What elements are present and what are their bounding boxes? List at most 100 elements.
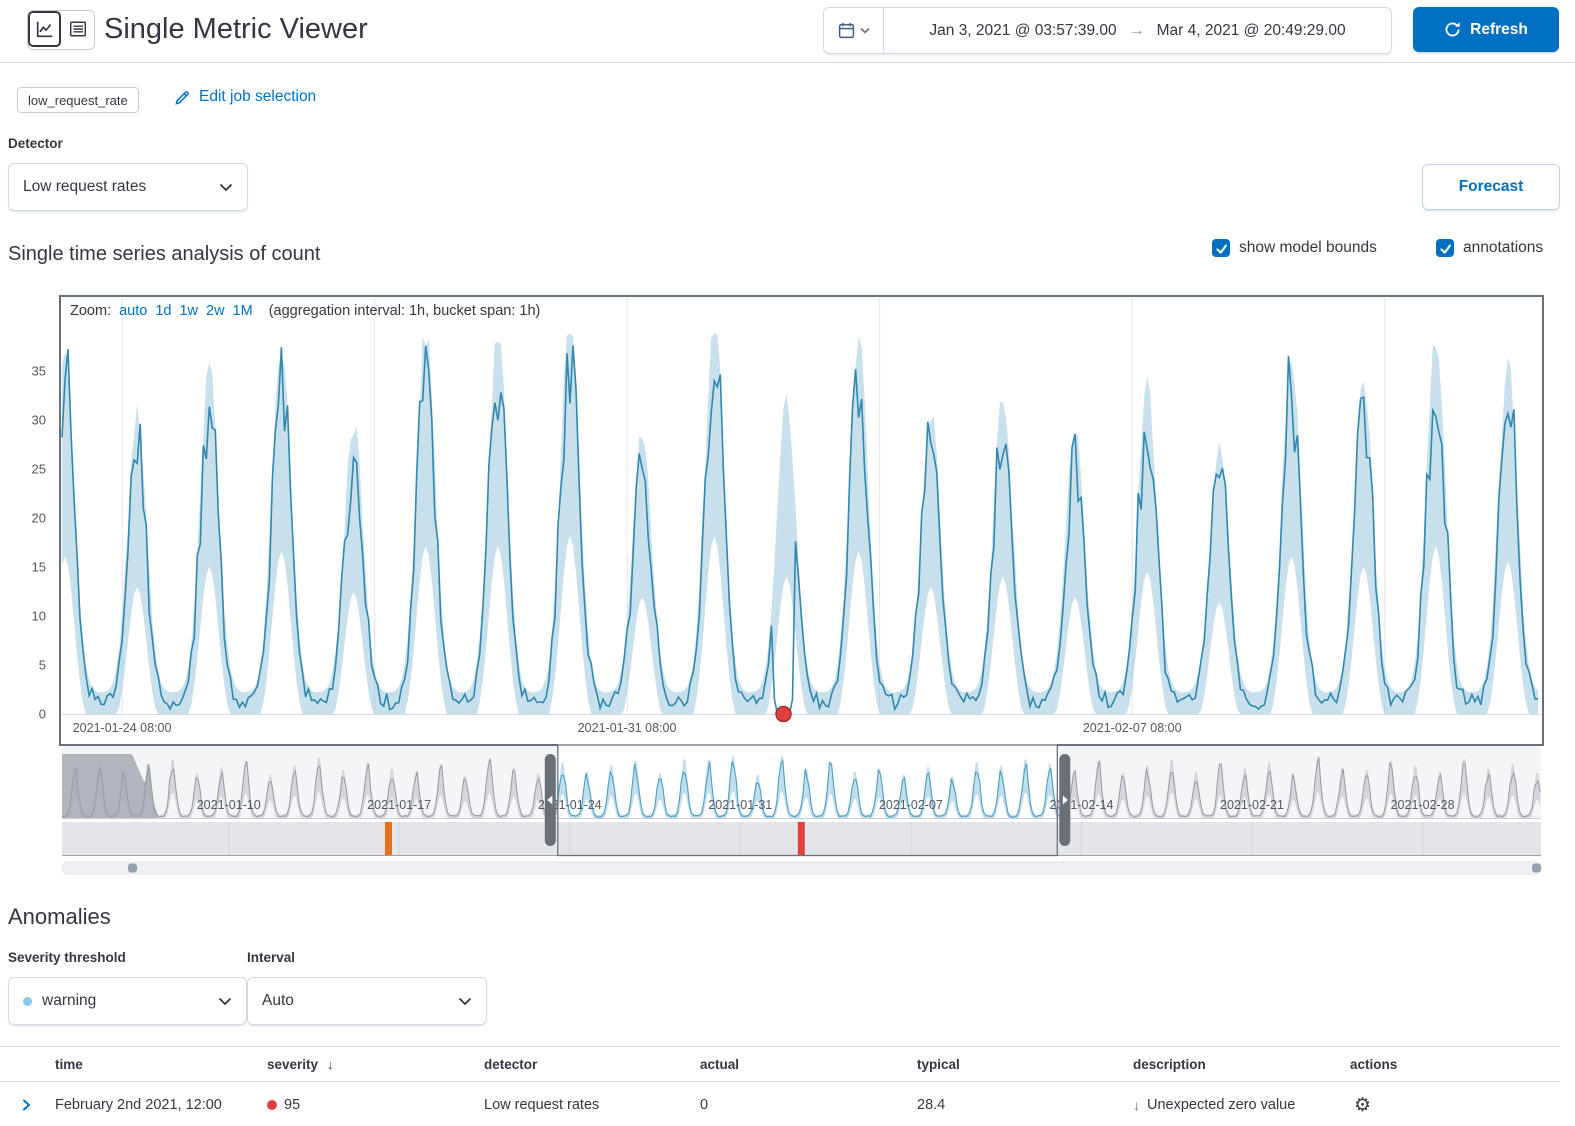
chevron-down-icon	[218, 997, 232, 1006]
range-scrollbar-track[interactable]	[62, 862, 1541, 874]
interval-value: Auto	[262, 992, 294, 1010]
svg-text:15: 15	[32, 560, 46, 575]
svg-text:2021-02-14: 2021-02-14	[1050, 798, 1114, 812]
show-model-bounds-label: show model bounds	[1239, 239, 1377, 257]
sort-desc-icon: ↓	[327, 1057, 334, 1072]
anomalies-list-view-button[interactable]	[61, 11, 94, 47]
lower-arrow-icon: ↓	[1133, 1097, 1140, 1113]
col-description[interactable]: description	[1133, 1057, 1350, 1072]
svg-text:30: 30	[32, 413, 46, 428]
anomaly-marker[interactable]	[776, 707, 791, 722]
zoom-label: Zoom:	[70, 303, 111, 319]
forecast-button[interactable]: Forecast	[1422, 164, 1560, 210]
col-time[interactable]: time	[55, 1057, 267, 1072]
refresh-label: Refresh	[1470, 21, 1528, 39]
col-actual[interactable]: actual	[700, 1057, 917, 1072]
chevron-down-icon	[219, 183, 233, 192]
cell-detector: Low request rates	[484, 1097, 700, 1113]
zoom-auto-link[interactable]: auto	[119, 303, 147, 319]
scrollbar-thumb-left[interactable]	[128, 864, 137, 873]
job-badge: low_request_rate	[17, 87, 139, 113]
svg-text:2021-02-28: 2021-02-28	[1391, 798, 1455, 812]
svg-text:2021-01-24 08:00: 2021-01-24 08:00	[73, 721, 172, 735]
expand-row-button[interactable]	[18, 1097, 34, 1113]
single-metric-viewer-app: Single Metric Viewer Jan 3, 2021 @ 03:57…	[0, 0, 1575, 1126]
edit-job-selection-label: Edit job selection	[199, 88, 316, 106]
arrow-right-icon: →	[1129, 22, 1145, 40]
svg-text:2021-01-10: 2021-01-10	[197, 798, 261, 812]
gear-icon: ⚙	[1354, 1095, 1371, 1116]
svg-text:20: 20	[32, 511, 46, 526]
chevron-down-icon	[458, 997, 472, 1006]
refresh-button[interactable]: Refresh	[1413, 7, 1559, 52]
series-section-title: Single time series analysis of count	[8, 243, 320, 266]
annotations-checkbox[interactable]: annotations	[1436, 239, 1543, 257]
zoom-2w-link[interactable]: 2w	[206, 303, 225, 319]
view-toggle-group	[27, 10, 95, 50]
svg-text:2021-02-07 08:00: 2021-02-07 08:00	[1083, 721, 1182, 735]
aggregation-note: (aggregation interval: 1h, bucket span: …	[269, 303, 541, 319]
svg-text:25: 25	[32, 462, 46, 477]
edit-job-selection-link[interactable]: Edit job selection	[174, 88, 316, 106]
start-date[interactable]: Jan 3, 2021 @ 03:57:39.00	[929, 22, 1116, 40]
date-range-picker: Jan 3, 2021 @ 03:57:39.00 → Mar 4, 2021 …	[823, 7, 1392, 54]
chart-view-button[interactable]	[28, 11, 61, 47]
cell-severity: 95	[267, 1097, 484, 1113]
cell-time: February 2nd 2021, 12:00	[55, 1097, 267, 1113]
col-actions: actions	[1350, 1057, 1560, 1072]
header-divider	[0, 62, 1575, 63]
checkbox-checked-icon	[1212, 239, 1230, 257]
svg-text:35: 35	[32, 364, 46, 379]
svg-text:2021-02-07: 2021-02-07	[879, 798, 943, 812]
zoom-1w-link[interactable]: 1w	[179, 303, 198, 319]
zoom-controls: Zoom: auto 1d 1w 2w 1M (aggregation inte…	[70, 303, 540, 319]
scrollbar-thumb-right[interactable]	[1532, 864, 1541, 873]
end-date[interactable]: Mar 4, 2021 @ 20:49:29.00	[1157, 22, 1346, 40]
severity-threshold-value: warning	[42, 992, 96, 1010]
quick-select-button[interactable]	[824, 8, 884, 53]
col-typical[interactable]: typical	[917, 1057, 1133, 1072]
severity-threshold-select[interactable]: warning	[8, 977, 247, 1025]
swimlane-anomaly-marker[interactable]	[798, 822, 805, 855]
interval-label: Interval	[247, 950, 295, 965]
col-severity[interactable]: severity ↓	[267, 1057, 484, 1072]
row-actions-gear-button[interactable]: ⚙	[1354, 1096, 1371, 1115]
detector-selected-value: Low request rates	[23, 178, 146, 196]
interval-select[interactable]: Auto	[247, 977, 487, 1025]
svg-text:0: 0	[39, 707, 46, 722]
refresh-icon	[1444, 21, 1461, 38]
svg-text:10: 10	[32, 609, 46, 624]
detector-select[interactable]: Low request rates	[8, 163, 248, 211]
zoom-1d-link[interactable]: 1d	[155, 303, 171, 319]
anomaly-table-row: February 2nd 2021, 12:00 95 Low request …	[0, 1082, 1560, 1126]
page-title: Single Metric Viewer	[104, 6, 368, 52]
swimlane-anomaly-marker[interactable]	[385, 822, 392, 855]
zoom-1M-link[interactable]: 1M	[233, 303, 253, 319]
timeseries-chart[interactable]: 0 5 10 15 20 25 30 35 2021-01-24 08:00 2021-01-31…	[0, 290, 1575, 882]
severity-threshold-dot	[23, 997, 32, 1006]
svg-text:2021-02-21: 2021-02-21	[1220, 798, 1284, 812]
table-header-row: time severity ↓ detector actual typical …	[0, 1046, 1560, 1082]
svg-text:2021-01-31 08:00: 2021-01-31 08:00	[578, 721, 677, 735]
line-chart-icon	[36, 20, 54, 38]
svg-text:5: 5	[39, 658, 46, 673]
row-severity-dot	[267, 1100, 277, 1110]
svg-text:2021-01-31: 2021-01-31	[708, 798, 772, 812]
cell-actual: 0	[700, 1097, 917, 1113]
chevron-right-icon	[18, 1097, 34, 1113]
svg-text:2021-01-17: 2021-01-17	[367, 798, 431, 812]
severity-threshold-label: Severity threshold	[8, 950, 126, 965]
calendar-icon	[838, 22, 855, 39]
checkbox-checked-icon	[1436, 239, 1454, 257]
anomalies-list-icon	[69, 20, 87, 38]
cell-description: ↓ Unexpected zero value	[1133, 1097, 1350, 1113]
timeseries-svg[interactable]: 0 5 10 15 20 25 30 35 2021-01-24 08:00 2021-01-31…	[0, 290, 1575, 882]
cell-typical: 28.4	[917, 1097, 1133, 1113]
annotations-label: annotations	[1463, 239, 1543, 257]
anomalies-table: time severity ↓ detector actual typical …	[0, 1046, 1560, 1126]
col-detector[interactable]: detector	[484, 1057, 700, 1072]
detector-label: Detector	[8, 136, 63, 151]
date-range: Jan 3, 2021 @ 03:57:39.00 → Mar 4, 2021 …	[884, 8, 1391, 53]
anomalies-heading: Anomalies	[8, 904, 111, 930]
show-model-bounds-checkbox[interactable]: show model bounds	[1212, 239, 1377, 257]
